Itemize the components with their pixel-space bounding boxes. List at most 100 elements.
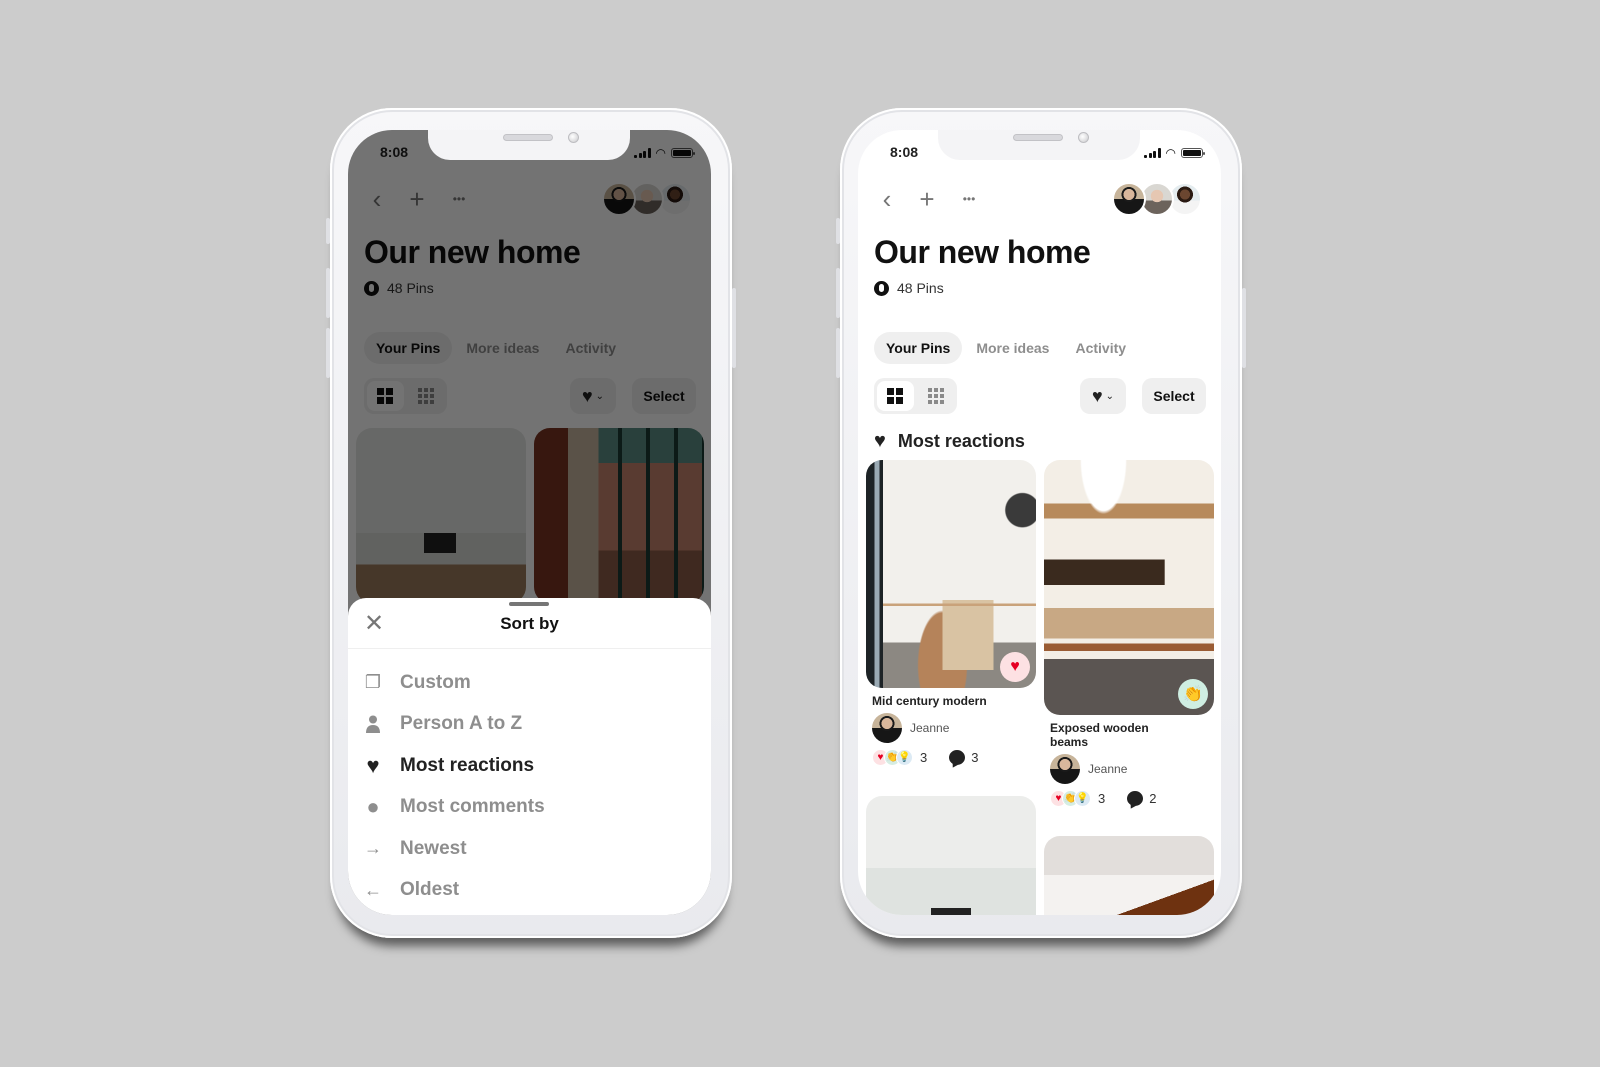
grid-icon — [887, 388, 904, 404]
notch — [938, 130, 1140, 160]
notch — [428, 130, 630, 160]
back-icon[interactable]: ‹ — [874, 186, 900, 212]
section-title: Most reactions — [897, 431, 1025, 451]
pin-card[interactable]: 👏 Exposed wooden beams Jeanne ♥ 👏 💡 3 2 — [1044, 460, 1214, 807]
compact-grid-icon — [927, 388, 944, 404]
sort-section-header: ♥ Most reactions — [874, 430, 1025, 453]
wifi-icon: ◠ — [1165, 146, 1176, 160]
sort-option-label: Custom — [400, 671, 471, 693]
battery-icon — [1181, 148, 1205, 158]
reaction-count[interactable]: 3 — [1098, 791, 1105, 806]
avatar — [1050, 754, 1080, 784]
more-options-icon[interactable]: ••• — [956, 186, 982, 212]
pin-stats: ♥ 👏 💡 3 3 — [872, 749, 1030, 766]
speaker — [503, 134, 553, 141]
sort-option-most-comments[interactable]: ● Most comments — [362, 787, 692, 829]
sort-option-label: Most reactions — [400, 754, 535, 776]
avatar — [872, 713, 902, 743]
board-meta: 48 Pins — [874, 280, 944, 296]
view-toggle — [874, 378, 957, 414]
avatar — [1112, 182, 1146, 216]
screen: 8:08 ◠ ‹ + ••• Our new home 48 Pins Your… — [858, 130, 1221, 915]
sort-sheet: ✕ Sort by ❐ Custom Person A to Z ♥ Most … — [348, 598, 711, 915]
chevron-down-icon: ⌄ — [1105, 390, 1115, 402]
volume-down-button — [326, 328, 330, 378]
front-camera — [568, 132, 579, 143]
pin-author: Jeanne — [1050, 754, 1208, 784]
pin-image: 👏 — [1044, 460, 1214, 715]
sort-option-person[interactable]: Person A to Z — [362, 704, 692, 746]
sort-option-label: Newest — [400, 837, 467, 859]
sheet-title: Sort by — [500, 614, 559, 633]
divider — [348, 648, 711, 649]
pin-image — [1044, 836, 1214, 915]
heart-icon: ♥ — [874, 430, 886, 452]
cellular-signal-icon — [1144, 148, 1161, 158]
tab-your-pins[interactable]: Your Pins — [874, 332, 963, 364]
pin-card[interactable] — [1044, 836, 1214, 915]
board-title: Our new home — [874, 234, 1091, 270]
author-name: Jeanne — [910, 721, 950, 735]
sort-button[interactable]: ♥ ⌄ — [1080, 378, 1126, 414]
arrow-right-icon: → — [364, 838, 382, 859]
custom-order-icon: ❐ — [364, 672, 382, 693]
volume-up-button — [326, 268, 330, 318]
collaborator-avatars[interactable] — [1112, 182, 1204, 216]
drag-handle[interactable] — [509, 602, 549, 606]
power-button — [1242, 288, 1246, 368]
tab-more-ideas[interactable]: More ideas — [964, 332, 1061, 364]
pin-author: Jeanne — [872, 713, 1030, 743]
mute-switch — [326, 218, 330, 244]
sort-option-label: Person A to Z — [400, 713, 523, 735]
sort-option-most-reactions[interactable]: ♥ Most reactions — [362, 745, 692, 787]
lock-icon — [874, 280, 889, 296]
sort-option-custom[interactable]: ❐ Custom — [362, 662, 692, 704]
pin-card[interactable]: ♥ Mid century modern Jeanne ♥ 👏 💡 3 3 — [866, 460, 1036, 766]
heart-icon: ♥ — [1091, 385, 1103, 406]
pin-image: ♥ — [866, 460, 1036, 688]
default-grid-button[interactable] — [877, 381, 914, 411]
pin-image — [866, 796, 1036, 915]
arrow-left-icon: ← — [364, 879, 382, 900]
power-button — [732, 288, 736, 368]
add-icon[interactable]: + — [914, 186, 940, 212]
author-name: Jeanne — [1088, 762, 1128, 776]
pin-card[interactable] — [866, 796, 1036, 915]
reaction-count[interactable]: 3 — [920, 750, 927, 765]
comment-count[interactable]: 2 — [1149, 791, 1156, 806]
speaker — [1013, 134, 1063, 141]
front-camera — [1078, 132, 1089, 143]
pin-count: 48 Pins — [897, 280, 944, 296]
heart-icon: ♥ — [366, 752, 380, 778]
status-icons: ◠ — [1144, 146, 1205, 160]
comment-icon — [1127, 791, 1144, 806]
pin-title: Exposed wooden beams — [1050, 721, 1149, 749]
idea-reaction-icon: 💡 — [896, 749, 913, 766]
volume-down-button — [836, 328, 840, 378]
screen: 8:08 ◠ ‹ + ••• Our new home 48 Pins Your… — [348, 130, 711, 915]
volume-up-button — [836, 268, 840, 318]
idea-reaction-icon: 💡 — [1074, 790, 1091, 807]
sort-option-newest[interactable]: → Newest — [362, 828, 692, 870]
sort-option-label: Oldest — [400, 879, 460, 901]
phone-left: 8:08 ◠ ‹ + ••• Our new home 48 Pins Your… — [326, 108, 736, 938]
comment-icon — [949, 750, 966, 765]
board-toolbar: ♥ ⌄ Select — [874, 378, 1206, 414]
comment-icon: ● — [366, 794, 380, 820]
mute-switch — [836, 218, 840, 244]
pin-stats: ♥ 👏 💡 3 2 — [1050, 790, 1208, 807]
sort-option-oldest[interactable]: ← Oldest — [362, 870, 692, 912]
tab-activity[interactable]: Activity — [1063, 332, 1138, 364]
heart-reaction-badge[interactable]: ♥ — [1000, 652, 1030, 682]
status-time: 8:08 — [890, 144, 919, 160]
board-tabs: Your Pins More ideas Activity — [874, 332, 1138, 364]
person-icon — [362, 715, 384, 734]
sort-options: ❐ Custom Person A to Z ♥ Most reactions … — [362, 662, 692, 911]
select-button[interactable]: Select — [1142, 378, 1206, 414]
compact-grid-button[interactable] — [918, 381, 955, 411]
phone-right: 8:08 ◠ ‹ + ••• Our new home 48 Pins Your… — [836, 108, 1246, 938]
board-topbar: ‹ + ••• — [874, 182, 1204, 216]
comment-count[interactable]: 3 — [971, 750, 978, 765]
pin-title: Mid century modern — [872, 694, 987, 708]
clap-reaction-badge[interactable]: 👏 — [1178, 679, 1208, 709]
